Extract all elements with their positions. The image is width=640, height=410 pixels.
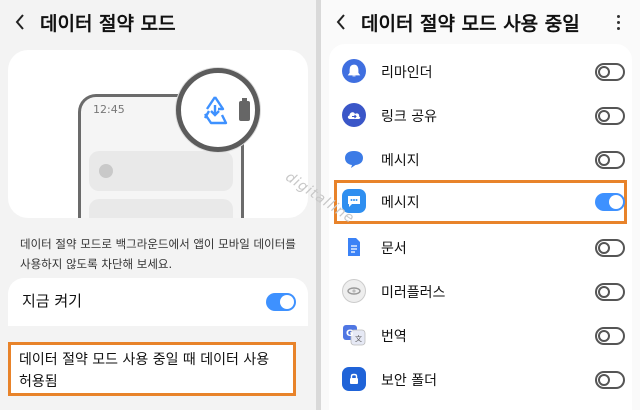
toggle-knob — [598, 242, 610, 254]
link-share-cloud-icon — [342, 103, 366, 127]
mirror-plus-icon — [342, 279, 366, 303]
app-toggle[interactable] — [595, 327, 625, 345]
app-toggle[interactable] — [595, 371, 625, 389]
app-toggle[interactable] — [595, 193, 625, 211]
app-name: 미러플러스 — [381, 285, 446, 301]
message-bubble-icon — [342, 147, 366, 171]
svg-text:G: G — [346, 329, 353, 339]
data-saver-icon — [203, 96, 228, 125]
lock-folder-icon — [342, 367, 366, 391]
app-toggle[interactable] — [595, 63, 625, 81]
app-toggle[interactable] — [595, 151, 625, 169]
data-saver-toggle[interactable] — [266, 293, 296, 311]
allowed-apps-screen: 데이터 절약 모드 사용 중일 리마인더 링크 공유 메시지 메시지 문서 미러… — [321, 0, 640, 410]
turn-on-now-label: 지금 켜기 — [22, 292, 82, 310]
toggle-knob — [598, 66, 610, 78]
app-name: 문서 — [381, 241, 407, 257]
toggle-knob — [598, 330, 610, 342]
more-options-icon[interactable] — [610, 10, 626, 34]
app-name: 보안 폴더 — [381, 373, 437, 389]
list-item[interactable]: 메시지 — [329, 138, 632, 182]
back-arrow-icon — [336, 14, 345, 30]
data-saver-screen: 데이터 절약 모드 12:45 데이터 절약 모드로 백그라운드에서 앱이 모바… — [0, 0, 316, 410]
app-bar: 데이터 절약 모드 — [0, 0, 316, 44]
illustration-dot — [99, 164, 113, 178]
toggle-knob — [280, 295, 294, 309]
list-item[interactable]: 링크 공유 — [329, 94, 632, 138]
list-item[interactable]: 보안 폴더 — [329, 358, 632, 402]
app-bar: 데이터 절약 모드 사용 중일 — [321, 0, 640, 44]
toggle-knob — [609, 195, 623, 209]
app-name: 리마인더 — [381, 65, 433, 81]
list-item[interactable]: 리마인더 — [329, 50, 632, 94]
magnifier-illustration — [176, 68, 260, 152]
list-item-highlighted[interactable]: 메시지 — [334, 180, 627, 224]
app-list: 리마인더 링크 공유 메시지 메시지 문서 미러플러스 G 文 번역 보안 폴더 — [329, 44, 632, 410]
app-name: 번역 — [381, 329, 407, 345]
page-title: 데이터 절약 모드 — [40, 12, 176, 35]
toggle-knob — [598, 110, 610, 122]
back-button[interactable] — [321, 0, 361, 44]
illustration-card — [89, 199, 233, 218]
bell-icon — [342, 59, 366, 83]
list-item[interactable]: 문서 — [329, 226, 632, 270]
list-item[interactable]: 미러플러스 — [329, 270, 632, 314]
app-toggle[interactable] — [595, 107, 625, 125]
data-saver-illustration: 12:45 — [8, 50, 308, 218]
app-toggle[interactable] — [595, 283, 625, 301]
allowed-while-data-saver-on-link[interactable]: 데이터 절약 모드 사용 중일 때 데이터 사용 허용됨 — [8, 342, 296, 396]
battery-icon — [239, 98, 250, 121]
app-toggle[interactable] — [595, 239, 625, 257]
feature-description: 데이터 절약 모드로 백그라운드에서 앱이 모바일 데이터를 사용하지 않도록 … — [20, 237, 296, 271]
toggle-knob — [598, 154, 610, 166]
app-name: 메시지 — [381, 195, 420, 211]
list-item[interactable]: G文 번역 — [329, 314, 632, 358]
page-title: 데이터 절약 모드 사용 중일 — [361, 12, 580, 35]
allowed-link-label: 데이터 절약 모드 사용 중일 때 데이터 사용 허용됨 — [19, 352, 270, 390]
back-button[interactable] — [0, 0, 40, 44]
document-icon — [342, 235, 366, 259]
toggle-knob — [598, 374, 610, 386]
turn-on-now-row[interactable]: 지금 켜기 — [8, 278, 308, 326]
svg-text:文: 文 — [355, 334, 362, 343]
app-name: 링크 공유 — [381, 109, 437, 125]
back-arrow-icon — [15, 14, 24, 30]
translate-icon: G文 — [342, 323, 366, 347]
toggle-knob — [598, 286, 610, 298]
illustration-time: 12:45 — [93, 103, 125, 116]
app-name: 메시지 — [381, 153, 420, 169]
